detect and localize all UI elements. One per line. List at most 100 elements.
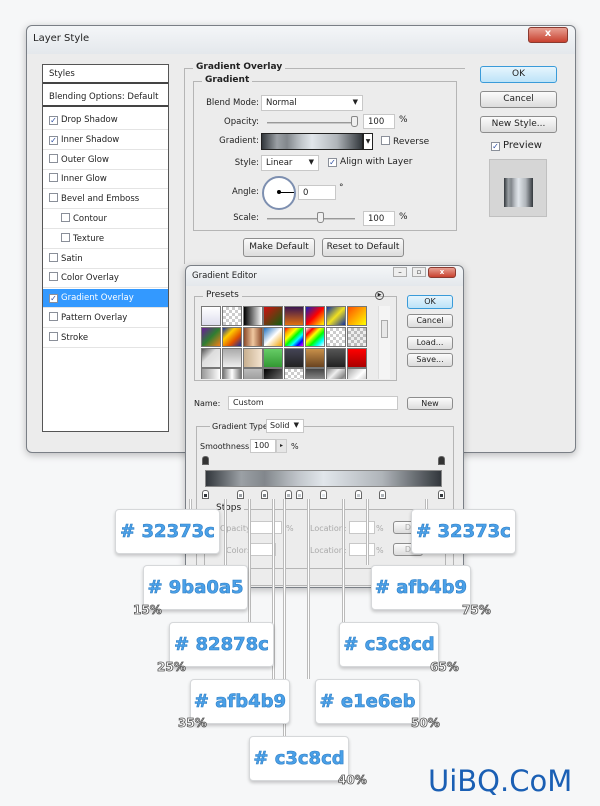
preset-swatch[interactable] bbox=[263, 368, 284, 379]
scrollbar-thumb[interactable] bbox=[381, 320, 388, 338]
style-item-contour[interactable]: Contour bbox=[43, 210, 168, 229]
opacity-slider-thumb[interactable] bbox=[351, 116, 358, 127]
style-item-satin[interactable]: Satin bbox=[43, 250, 168, 269]
checkbox[interactable] bbox=[49, 272, 58, 282]
preset-swatch[interactable] bbox=[325, 368, 346, 379]
blending-options[interactable]: Blending Options: Default bbox=[43, 88, 168, 107]
name-input[interactable]: Custom bbox=[228, 396, 398, 410]
gradient-bar[interactable] bbox=[205, 470, 442, 487]
preset-swatch[interactable] bbox=[201, 368, 221, 379]
cancel-button[interactable]: Cancel bbox=[480, 91, 557, 108]
checkbox[interactable] bbox=[49, 252, 58, 262]
preset-swatch[interactable] bbox=[221, 326, 242, 347]
checkbox[interactable] bbox=[49, 153, 58, 163]
minimize-button[interactable]: – bbox=[393, 267, 407, 277]
color-location-input[interactable] bbox=[349, 543, 375, 556]
stop-opacity-input[interactable] bbox=[250, 521, 282, 534]
opacity-stop-left[interactable] bbox=[202, 456, 209, 465]
preset-swatch[interactable] bbox=[242, 326, 263, 347]
opacity-stop-right[interactable] bbox=[438, 456, 445, 465]
color-stop[interactable] bbox=[284, 490, 292, 499]
gradient-dropdown-arrow-icon[interactable]: ▼ bbox=[363, 133, 373, 150]
style-item-inner-glow[interactable]: Inner Glow bbox=[43, 170, 168, 190]
preset-swatch[interactable] bbox=[325, 347, 346, 368]
reset-to-default-button[interactable]: Reset to Default bbox=[322, 238, 404, 257]
preset-swatch[interactable] bbox=[201, 347, 221, 368]
style-select[interactable]: Linear ▼ bbox=[261, 155, 319, 171]
preset-swatch[interactable] bbox=[221, 306, 242, 326]
make-default-button[interactable]: Make Default bbox=[243, 238, 315, 257]
new-button[interactable]: New bbox=[407, 397, 453, 410]
preview-checkbox[interactable]: ✓ Preview bbox=[491, 140, 542, 151]
preset-swatch[interactable] bbox=[305, 306, 325, 326]
color-stop[interactable] bbox=[261, 490, 268, 499]
preset-swatch[interactable] bbox=[242, 368, 263, 379]
presets-scrollbar[interactable] bbox=[378, 306, 390, 379]
checkbox[interactable] bbox=[49, 193, 58, 203]
preset-swatch[interactable] bbox=[284, 326, 305, 347]
style-item-texture[interactable]: Texture bbox=[43, 230, 168, 249]
preset-swatch[interactable] bbox=[346, 347, 367, 368]
preset-swatch[interactable] bbox=[305, 368, 325, 379]
scale-input[interactable]: 100 bbox=[363, 211, 395, 226]
preset-swatch[interactable] bbox=[263, 326, 284, 347]
reverse-checkbox[interactable]: Reverse bbox=[381, 136, 429, 147]
style-item-outer-glow[interactable]: Outer Glow bbox=[43, 151, 168, 170]
new-style-button[interactable]: New Style... bbox=[480, 116, 557, 133]
align-with-layer-checkbox[interactable]: ✓ Align with Layer bbox=[328, 157, 412, 167]
load-button[interactable]: Load... bbox=[407, 336, 453, 350]
color-stop[interactable] bbox=[438, 490, 445, 499]
color-stop[interactable] bbox=[320, 490, 327, 499]
presets-menu-icon[interactable]: ▶ bbox=[375, 291, 384, 300]
preset-swatch[interactable] bbox=[201, 326, 221, 347]
preset-swatch[interactable] bbox=[346, 326, 367, 347]
preset-swatch[interactable] bbox=[305, 326, 325, 347]
smoothness-input[interactable]: 100 bbox=[250, 439, 276, 453]
style-item-drop-shadow[interactable]: ✓ Drop Shadow bbox=[43, 111, 168, 130]
color-stop[interactable] bbox=[296, 490, 304, 499]
checkbox[interactable]: ✓ bbox=[49, 135, 58, 145]
preset-swatch[interactable] bbox=[325, 306, 346, 326]
styles-header[interactable]: Styles bbox=[43, 65, 168, 84]
gradient-type-select[interactable]: Solid ▼ bbox=[266, 419, 304, 433]
preset-swatch[interactable] bbox=[284, 368, 305, 379]
style-item-stroke[interactable]: Stroke bbox=[43, 329, 168, 348]
cancel-button[interactable]: Cancel bbox=[407, 314, 453, 328]
style-item-pattern-overlay[interactable]: Pattern Overlay bbox=[43, 309, 168, 328]
style-item-gradient-overlay[interactable]: ✓ Gradient Overlay bbox=[43, 289, 168, 309]
preset-swatch[interactable] bbox=[221, 368, 242, 379]
color-stop[interactable] bbox=[202, 490, 209, 499]
maximize-button[interactable]: ▫ bbox=[412, 267, 426, 277]
preset-swatch[interactable] bbox=[284, 347, 305, 368]
close-button[interactable]: x bbox=[428, 267, 456, 278]
preset-swatch[interactable] bbox=[263, 347, 284, 368]
angle-dial[interactable] bbox=[262, 176, 296, 210]
opacity-input[interactable]: 100 bbox=[363, 114, 395, 129]
blend-mode-select[interactable]: Normal ▼ bbox=[261, 95, 363, 111]
checkbox[interactable] bbox=[49, 312, 58, 321]
color-stop[interactable] bbox=[379, 490, 386, 499]
angle-input[interactable]: 0 bbox=[298, 185, 336, 200]
checkbox[interactable] bbox=[49, 173, 58, 183]
preset-swatch[interactable] bbox=[221, 347, 242, 368]
opacity-location-input[interactable] bbox=[349, 521, 375, 534]
style-item-inner-shadow[interactable]: ✓ Inner Shadow bbox=[43, 131, 168, 150]
preset-swatch[interactable] bbox=[284, 306, 305, 326]
style-item-color-overlay[interactable]: Color Overlay bbox=[43, 269, 168, 289]
preset-swatch[interactable] bbox=[263, 306, 284, 326]
scale-slider[interactable] bbox=[267, 218, 355, 220]
ok-button[interactable]: OK bbox=[480, 66, 557, 83]
preset-swatch[interactable] bbox=[346, 368, 367, 379]
preset-swatch[interactable] bbox=[242, 347, 263, 368]
checkbox[interactable] bbox=[61, 213, 70, 222]
smoothness-stepper[interactable]: ▸ bbox=[276, 439, 287, 453]
preset-swatch[interactable] bbox=[325, 326, 346, 347]
preset-swatch[interactable] bbox=[201, 306, 221, 326]
opacity-slider[interactable] bbox=[267, 122, 357, 124]
checkbox[interactable] bbox=[61, 232, 70, 242]
gradient-picker[interactable] bbox=[261, 133, 363, 150]
preset-swatch[interactable] bbox=[242, 306, 263, 326]
checkbox[interactable] bbox=[49, 331, 58, 341]
color-stop[interactable] bbox=[237, 490, 245, 499]
checkbox[interactable]: ✓ bbox=[49, 294, 58, 304]
